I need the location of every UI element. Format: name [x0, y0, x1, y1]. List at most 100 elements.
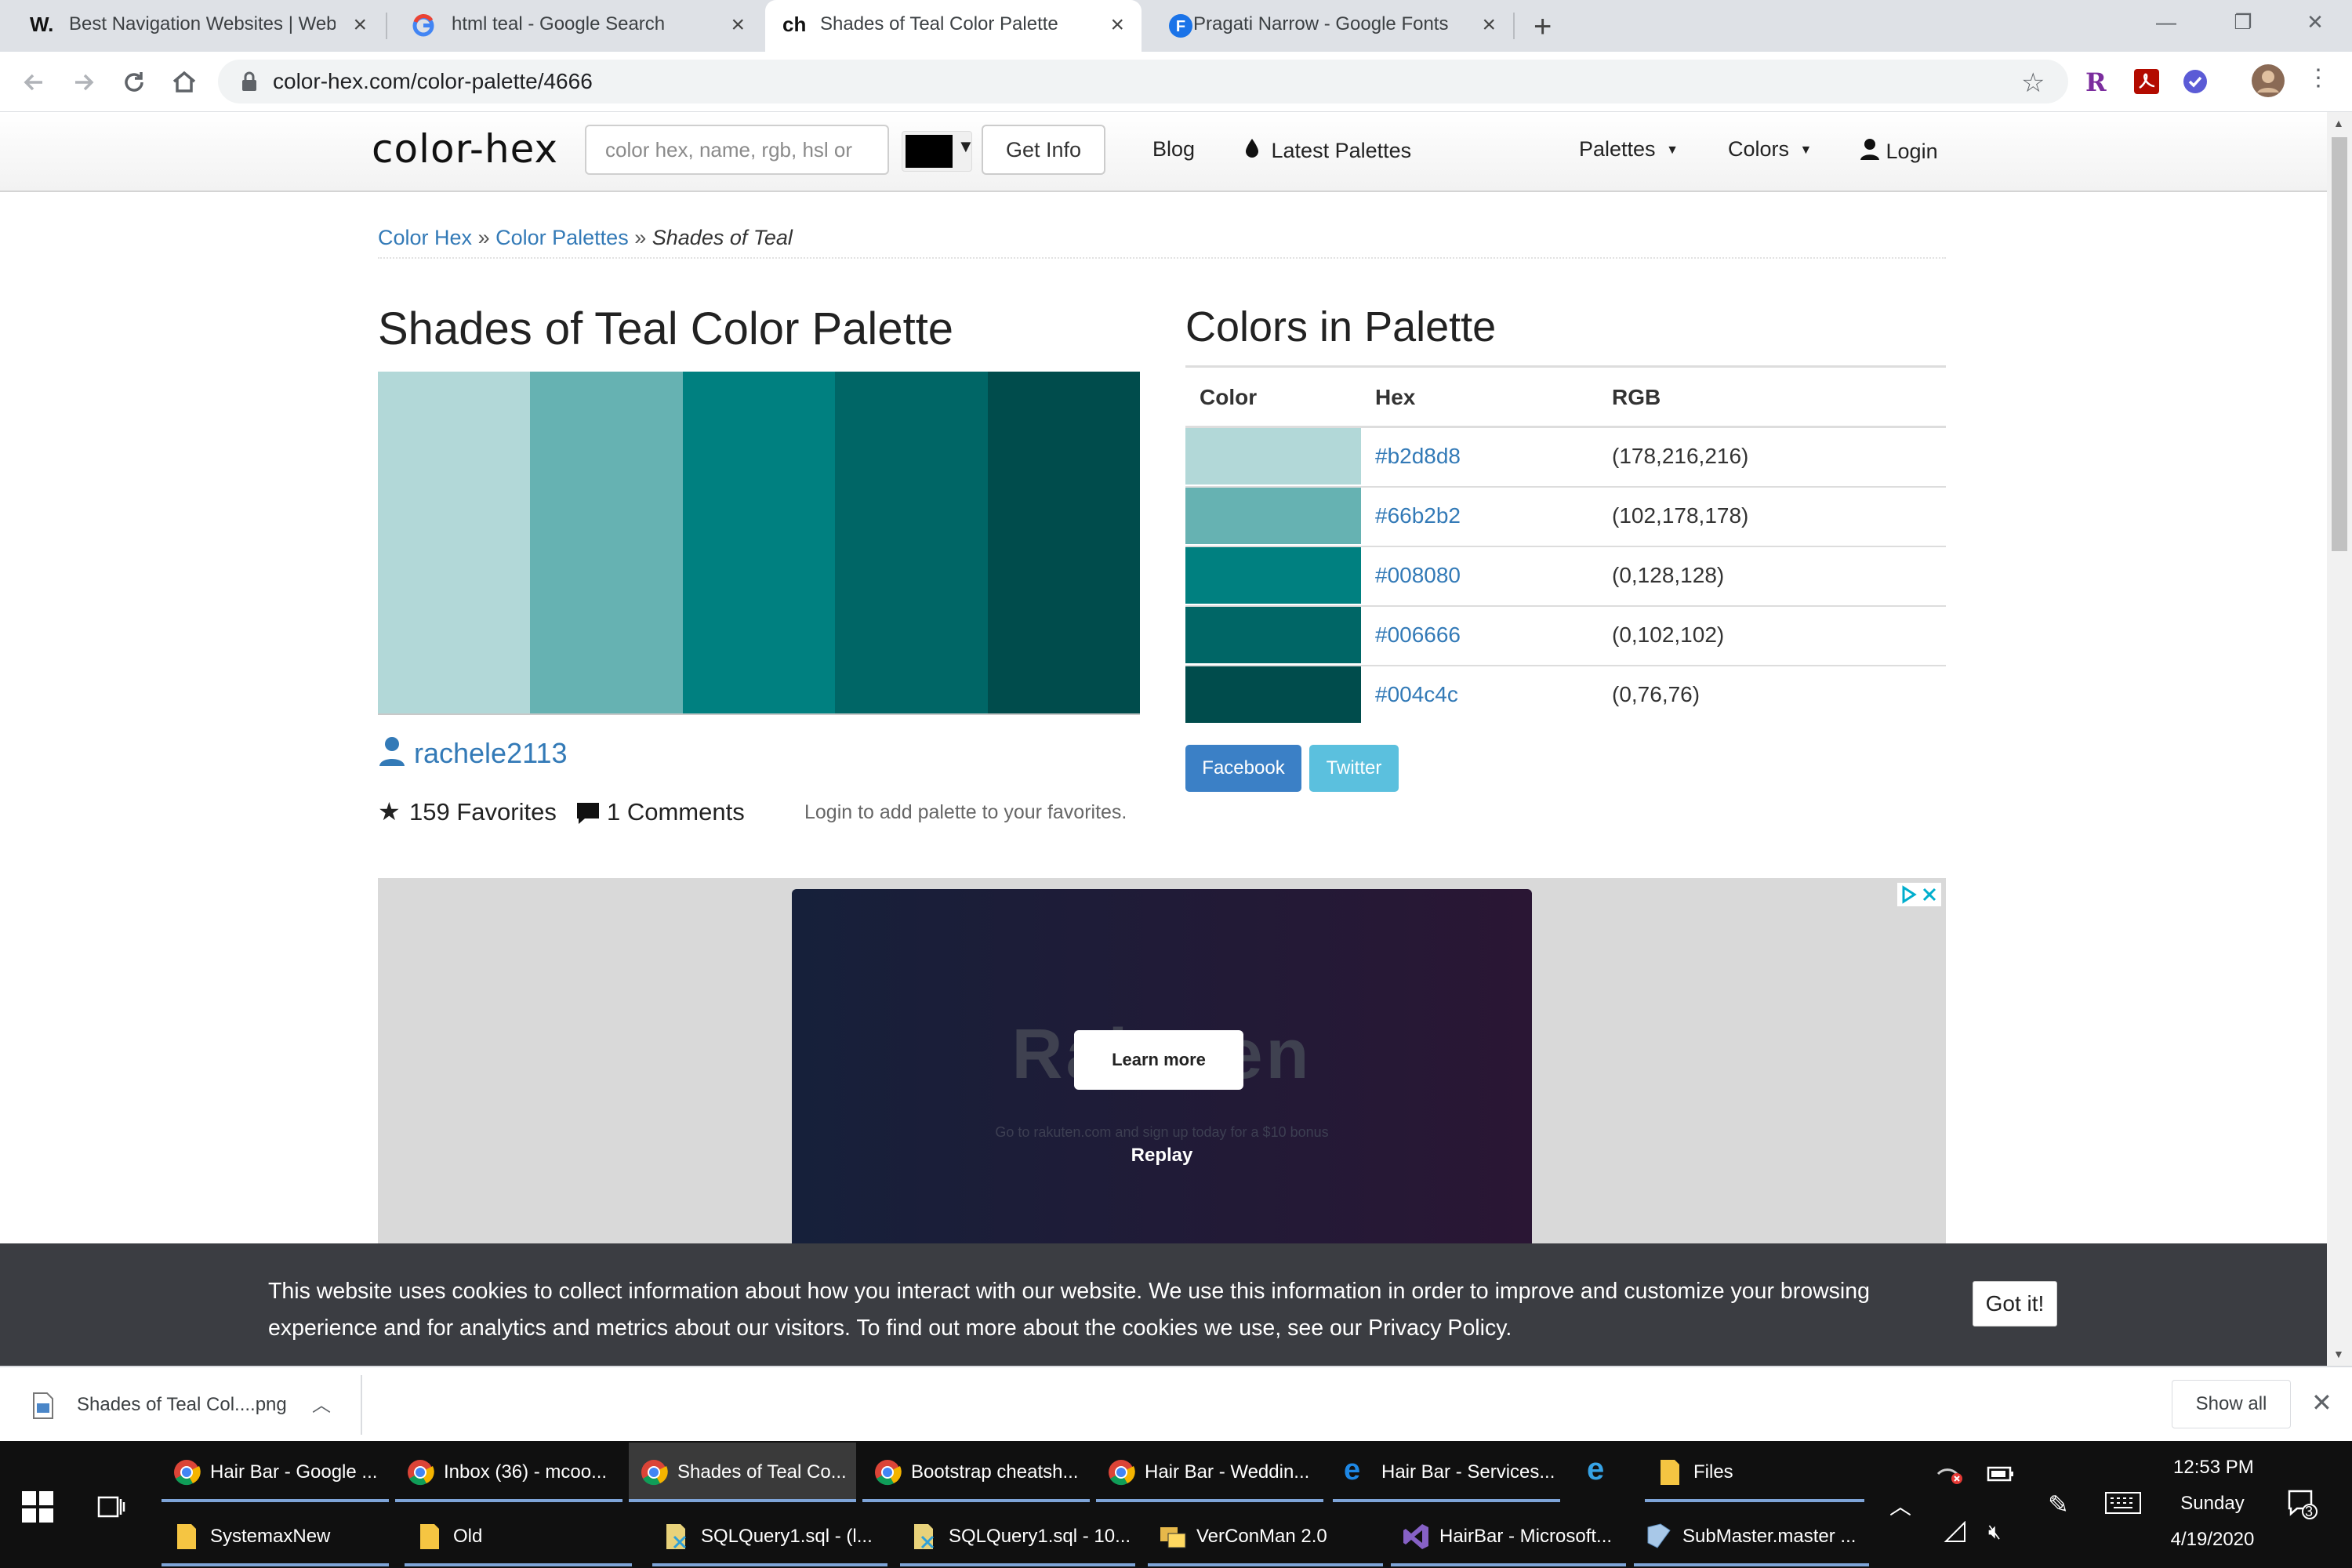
color-swatch-cell[interactable]: [1185, 488, 1361, 544]
nav-blog-link[interactable]: Blog: [1152, 137, 1195, 162]
nav-login-link[interactable]: Login: [1860, 137, 1938, 164]
profile-avatar[interactable]: [2250, 63, 2286, 99]
comments-link[interactable]: 1 Comments: [607, 798, 745, 826]
taskbar-item[interactable]: e Hair Bar - Services...: [1333, 1443, 1560, 1502]
color-swatch-cell[interactable]: [1185, 547, 1361, 604]
learn-more-button[interactable]: Learn more: [1074, 1030, 1243, 1090]
clock-date[interactable]: 4/19/2020: [2165, 1529, 2259, 1551]
twitter-share-button[interactable]: Twitter: [1309, 745, 1399, 792]
adchoices-icon[interactable]: [1897, 883, 1941, 906]
get-info-button[interactable]: Get Info: [982, 125, 1105, 175]
breadcrumb-palettes-link[interactable]: Color Palettes: [495, 226, 629, 249]
checkmark-extension-icon[interactable]: [2181, 67, 2209, 96]
show-all-downloads-button[interactable]: Show all: [2172, 1380, 2291, 1428]
wifi-icon[interactable]: [1943, 1521, 1968, 1543]
color-swatch-cell[interactable]: [1185, 428, 1361, 485]
touch-keyboard-icon[interactable]: [2104, 1491, 2142, 1515]
taskbar-item-active[interactable]: Shades of Teal Co...: [629, 1443, 856, 1502]
privacy-policy-link[interactable]: Privacy Policy: [1368, 1316, 1505, 1341]
taskbar-item[interactable]: VerConMan 2.0: [1148, 1507, 1383, 1566]
reload-icon[interactable]: [118, 66, 151, 99]
taskbar-item[interactable]: SQLQuery1.sql - 10...: [900, 1507, 1135, 1566]
taskbar-item[interactable]: SystemaxNew: [162, 1507, 389, 1566]
restore-window-icon[interactable]: ❐: [2216, 6, 2270, 38]
hex-link[interactable]: #66b2b2: [1375, 503, 1461, 528]
site-logo[interactable]: color-hex: [372, 126, 558, 172]
browser-tab[interactable]: html teal - Google Search ×: [387, 0, 762, 52]
breadcrumb-home-link[interactable]: Color Hex: [378, 226, 472, 249]
palette-swatch[interactable]: [378, 372, 531, 713]
hex-link[interactable]: #004c4c: [1375, 682, 1458, 707]
close-tab-icon[interactable]: ×: [731, 11, 745, 39]
color-search-field[interactable]: [585, 125, 889, 175]
nav-palettes-dropdown[interactable]: Palettes ▼: [1579, 137, 1679, 162]
clock-day[interactable]: Sunday: [2173, 1493, 2252, 1515]
scroll-up-arrow-icon[interactable]: ▲: [2333, 117, 2344, 129]
taskbar-item[interactable]: e: [1576, 1443, 1623, 1502]
task-view-icon[interactable]: [96, 1491, 127, 1523]
replay-button[interactable]: Replay: [792, 1145, 1532, 1167]
taskbar-item[interactable]: SubMaster.master ...: [1634, 1507, 1869, 1566]
visual-studio-icon: [1402, 1523, 1430, 1551]
star-icon[interactable]: ★: [378, 797, 401, 826]
minimize-window-icon[interactable]: —: [2139, 6, 2194, 38]
scroll-down-arrow-icon[interactable]: ▼: [2333, 1348, 2344, 1360]
taskbar-item[interactable]: Files: [1645, 1443, 1864, 1502]
browser-tab[interactable]: W. Best Navigation Websites | Web D ×: [0, 0, 384, 52]
back-icon[interactable]: [17, 66, 50, 99]
nav-colors-dropdown[interactable]: Colors ▼: [1728, 137, 1812, 162]
home-icon[interactable]: [168, 66, 201, 99]
taskbar-item[interactable]: Inbox (36) - mcoo...: [395, 1443, 622, 1502]
taskbar-item[interactable]: Hair Bar - Weddin...: [1096, 1443, 1323, 1502]
bookmark-star-icon[interactable]: ☆: [2021, 67, 2045, 99]
author-link[interactable]: rachele2113: [414, 737, 568, 770]
palette-swatch[interactable]: [530, 372, 683, 713]
close-download-bar-icon[interactable]: ✕: [2311, 1388, 2332, 1417]
color-search-input[interactable]: [604, 126, 881, 173]
new-tab-icon[interactable]: +: [1534, 9, 1552, 45]
nav-latest-palettes-link[interactable]: Latest Palettes: [1243, 137, 1411, 163]
facebook-share-button[interactable]: Facebook: [1185, 745, 1301, 792]
hex-link[interactable]: #b2d8d8: [1375, 444, 1461, 469]
browser-tab-active[interactable]: ch Shades of Teal Color Palette ×: [765, 0, 1142, 52]
color-swatch-cell[interactable]: [1185, 666, 1361, 723]
taskbar-item[interactable]: SQLQuery1.sql - (l...: [652, 1507, 887, 1566]
extension-r-icon[interactable]: R: [2085, 67, 2114, 97]
volume-muted-icon[interactable]: 🔇︎: [1988, 1519, 2001, 1544]
taskbar-item[interactable]: Bootstrap cheatsh...: [862, 1443, 1090, 1502]
favorites-login-note[interactable]: Login to add palette to your favorites.: [804, 801, 1127, 824]
pdf-extension-icon[interactable]: [2132, 67, 2161, 96]
url-text[interactable]: color-hex.com/color-palette/4666: [273, 69, 593, 94]
close-tab-icon[interactable]: ×: [1110, 11, 1124, 39]
ad-creative[interactable]: Rakuten Learn more Go to rakuten.com and…: [792, 889, 1532, 1250]
show-hidden-icons-chevron-icon[interactable]: ︿: [1889, 1490, 1911, 1521]
chevron-up-icon[interactable]: ︿: [312, 1389, 331, 1417]
address-bar[interactable]: color-hex.com/color-palette/4666 ☆: [218, 60, 2068, 103]
taskbar-item[interactable]: Old: [405, 1507, 632, 1566]
got-it-button[interactable]: Got it!: [1973, 1281, 2057, 1327]
browser-menu-icon[interactable]: ⋮: [2307, 64, 2335, 93]
battery-icon[interactable]: [1987, 1463, 2015, 1483]
windows-start-icon[interactable]: [22, 1491, 53, 1523]
downloaded-file-name[interactable]: Shades of Teal Col....png: [77, 1394, 287, 1416]
browser-tab[interactable]: F Pragati Narrow - Google Fonts ×: [1145, 0, 1513, 52]
palette-swatch[interactable]: [987, 372, 1141, 713]
close-tab-icon[interactable]: ×: [1482, 11, 1496, 39]
close-window-icon[interactable]: ✕: [2288, 6, 2343, 38]
clock-time[interactable]: 12:53 PM: [2173, 1457, 2254, 1479]
lock-icon[interactable]: [240, 71, 259, 93]
palette-swatch[interactable]: [682, 372, 836, 713]
color-picker-button[interactable]: ▼: [902, 131, 975, 172]
hex-link[interactable]: #006666: [1375, 622, 1461, 648]
close-tab-icon[interactable]: ×: [353, 11, 367, 39]
taskbar-item[interactable]: HairBar - Microsoft...: [1391, 1507, 1626, 1566]
scrollbar-thumb[interactable]: [2332, 137, 2347, 551]
taskbar-item[interactable]: Hair Bar - Google ...: [162, 1443, 389, 1502]
page-scrollbar[interactable]: ▲ ▼: [2327, 112, 2352, 1366]
hex-link[interactable]: #008080: [1375, 563, 1461, 588]
color-swatch-cell[interactable]: [1185, 607, 1361, 663]
forward-icon[interactable]: [67, 66, 100, 99]
network-error-icon[interactable]: [1936, 1461, 1965, 1485]
pen-workspace-icon[interactable]: ✎: [2048, 1490, 2069, 1519]
palette-swatch[interactable]: [835, 372, 988, 713]
